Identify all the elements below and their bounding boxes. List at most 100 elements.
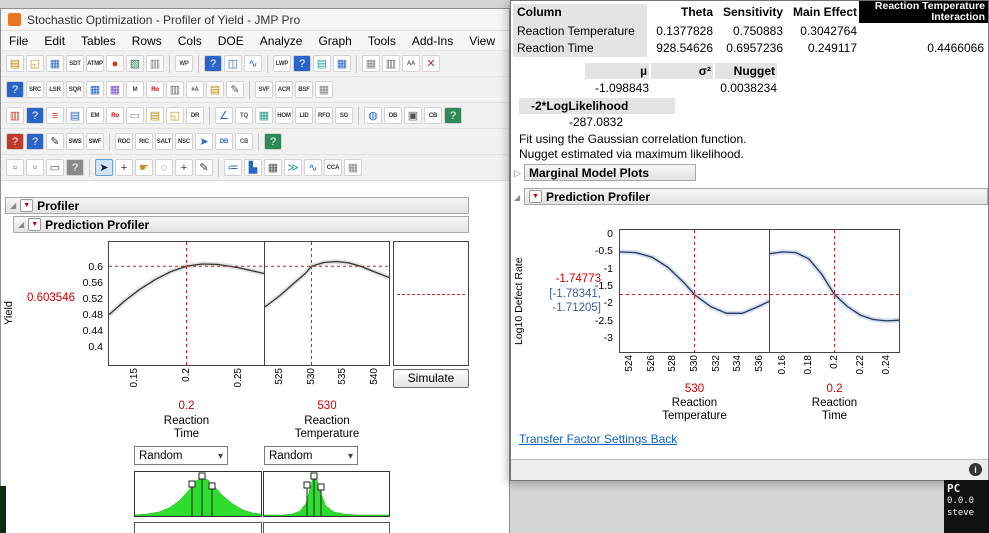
defect-vs-temperature-plot[interactable] [619,229,770,353]
tq-icon[interactable]: TQ [235,107,253,124]
menu-item[interactable]: Graph [310,33,359,49]
interaction-column-header[interactable]: Reaction Temperature Interaction [859,1,988,23]
acr-icon[interactable]: ACR [275,81,293,98]
help-green-icon[interactable]: ? [444,107,462,124]
list-view-icon[interactable]: ≔ [224,159,242,176]
tabulate-icon[interactable]: ▥ [382,55,400,72]
random-distribution-time[interactable] [134,471,262,517]
yield-vs-time-plot[interactable] [108,241,265,366]
menu-item[interactable]: File [1,33,36,49]
db2-icon[interactable]: DB [215,133,233,150]
grid-last-icon[interactable]: ▦ [344,159,362,176]
defect-vs-time-plot[interactable] [769,229,900,353]
book-icon[interactable]: ▤ [146,107,164,124]
random-select-2[interactable]: Random [264,446,358,465]
excel-import-icon[interactable]: ▧ [126,55,144,72]
lid-icon[interactable]: LID [295,107,313,124]
red-triangle-menu-icon[interactable] [20,199,34,212]
lsr-icon[interactable]: LSR [46,81,64,98]
new-data-table-icon[interactable]: ▤ [6,55,24,72]
grid-teal-icon[interactable]: ▦ [255,107,273,124]
annotate-icon[interactable]: ✎ [226,81,244,98]
note-icon[interactable]: ▭ [126,107,144,124]
pen-icon[interactable]: ✎ [46,133,64,150]
tiny-tool2-icon[interactable]: ▫ [26,159,44,176]
menu-item[interactable]: Analyze [252,33,311,49]
ro2-icon[interactable]: Ro [106,107,124,124]
simulator-response-panel[interactable] [393,241,469,366]
open-file-icon[interactable]: ◱ [26,55,44,72]
roc-icon[interactable]: ROC [115,133,133,150]
atmp-icon[interactable]: ATMP [86,55,104,72]
aa-icon[interactable]: AA [402,55,420,72]
hom-icon[interactable]: HOM [275,107,293,124]
close-panel-icon[interactable]: ✕ [422,55,440,72]
disclosure-closed-icon[interactable] [514,169,521,178]
plus-tool-icon[interactable]: + [175,159,193,176]
title-bar[interactable]: Stochastic Optimization - Profiler of Yi… [1,9,509,31]
matrix-icon[interactable]: ▦ [333,55,351,72]
profiler-outline-header[interactable]: Profiler [5,197,469,214]
nsc-icon[interactable]: NSC [175,133,193,150]
random-distribution-temperature[interactable] [263,471,390,517]
menu-item[interactable]: Cols [170,33,210,49]
rfo-icon[interactable]: RFO [315,107,333,124]
sg-icon[interactable]: SG [335,107,353,124]
report-icon[interactable]: ▤ [313,55,331,72]
ric-icon[interactable]: RIC [135,133,153,150]
src-icon[interactable]: SRC [26,81,44,98]
disclosure-open-icon[interactable] [514,194,520,202]
disclosure-open-icon[interactable] [18,221,24,229]
disclosure-open-icon[interactable] [10,202,16,210]
random-select-1[interactable]: Random [134,446,228,465]
sws-icon[interactable]: SWS [66,133,84,150]
grid-icon[interactable]: ▦ [362,55,380,72]
menu-item[interactable]: Tables [73,33,124,49]
bar-graph-icon[interactable]: ▙ [244,159,262,176]
prediction-profiler-outline-header[interactable]: Prediction Profiler [13,216,469,233]
help2-icon[interactable]: ? [6,81,24,98]
svf-icon[interactable]: SVF [255,81,273,98]
wave-icon[interactable]: ∿ [304,159,322,176]
arrows-icon[interactable]: ≫ [284,159,302,176]
journal-blue-icon[interactable]: ▤ [66,107,84,124]
grid-view-icon[interactable]: ▦ [264,159,282,176]
hand-tool-icon[interactable]: ☛ [135,159,153,176]
journal-icon[interactable]: ▤ [206,81,224,98]
folder-icon[interactable]: ◱ [166,107,184,124]
help-blue2-icon[interactable]: ? [26,133,44,150]
transfer-factor-settings-link[interactable]: Transfer Factor Settings Back [519,432,677,446]
lwp-icon[interactable]: LWP [273,55,291,72]
menu-item[interactable]: Tools [360,33,404,49]
list-red-icon[interactable]: ≡ [46,107,64,124]
copy-icon[interactable]: ▣ [404,107,422,124]
simulate-button[interactable]: Simulate [393,369,469,388]
dr-icon[interactable]: DR [186,107,204,124]
menu-item[interactable]: Add-Ins [404,33,461,49]
yield-vs-temperature-plot[interactable] [264,241,390,366]
small-grid-icon[interactable]: ▦ [315,81,333,98]
help-gray-icon[interactable]: ? [66,159,84,176]
help-green2-icon[interactable]: ? [264,133,282,150]
red-triangle-menu-icon[interactable] [529,190,542,203]
help-blue-icon[interactable]: ? [293,55,311,72]
wp-icon[interactable]: WP [175,55,193,72]
salt-icon[interactable]: SALT [155,133,173,150]
tiny-tool3-icon[interactable]: ▭ [46,159,64,176]
swf-icon[interactable]: SWF [86,133,104,150]
menu-item[interactable]: Window [503,33,509,49]
info-icon[interactable] [969,463,982,476]
clipboard-icon[interactable]: ▥ [146,55,164,72]
table-purple-icon[interactable]: ▦ [106,81,124,98]
cb2-icon[interactable]: CB [235,133,253,150]
table-blue-icon[interactable]: ▦ [86,81,104,98]
crosshair-tool-icon[interactable]: + [115,159,133,176]
cca-icon[interactable]: CCA [324,159,342,176]
em-icon[interactable]: EM [86,107,104,124]
cb-icon[interactable]: CB [424,107,442,124]
prediction-profiler-header[interactable]: Prediction Profiler [524,188,988,205]
help-red-icon[interactable]: ? [6,133,24,150]
profile-plot-icon[interactable]: ∠ [215,107,233,124]
distribution-icon[interactable]: ◫ [224,55,242,72]
plane-icon[interactable]: ➤ [195,133,213,150]
